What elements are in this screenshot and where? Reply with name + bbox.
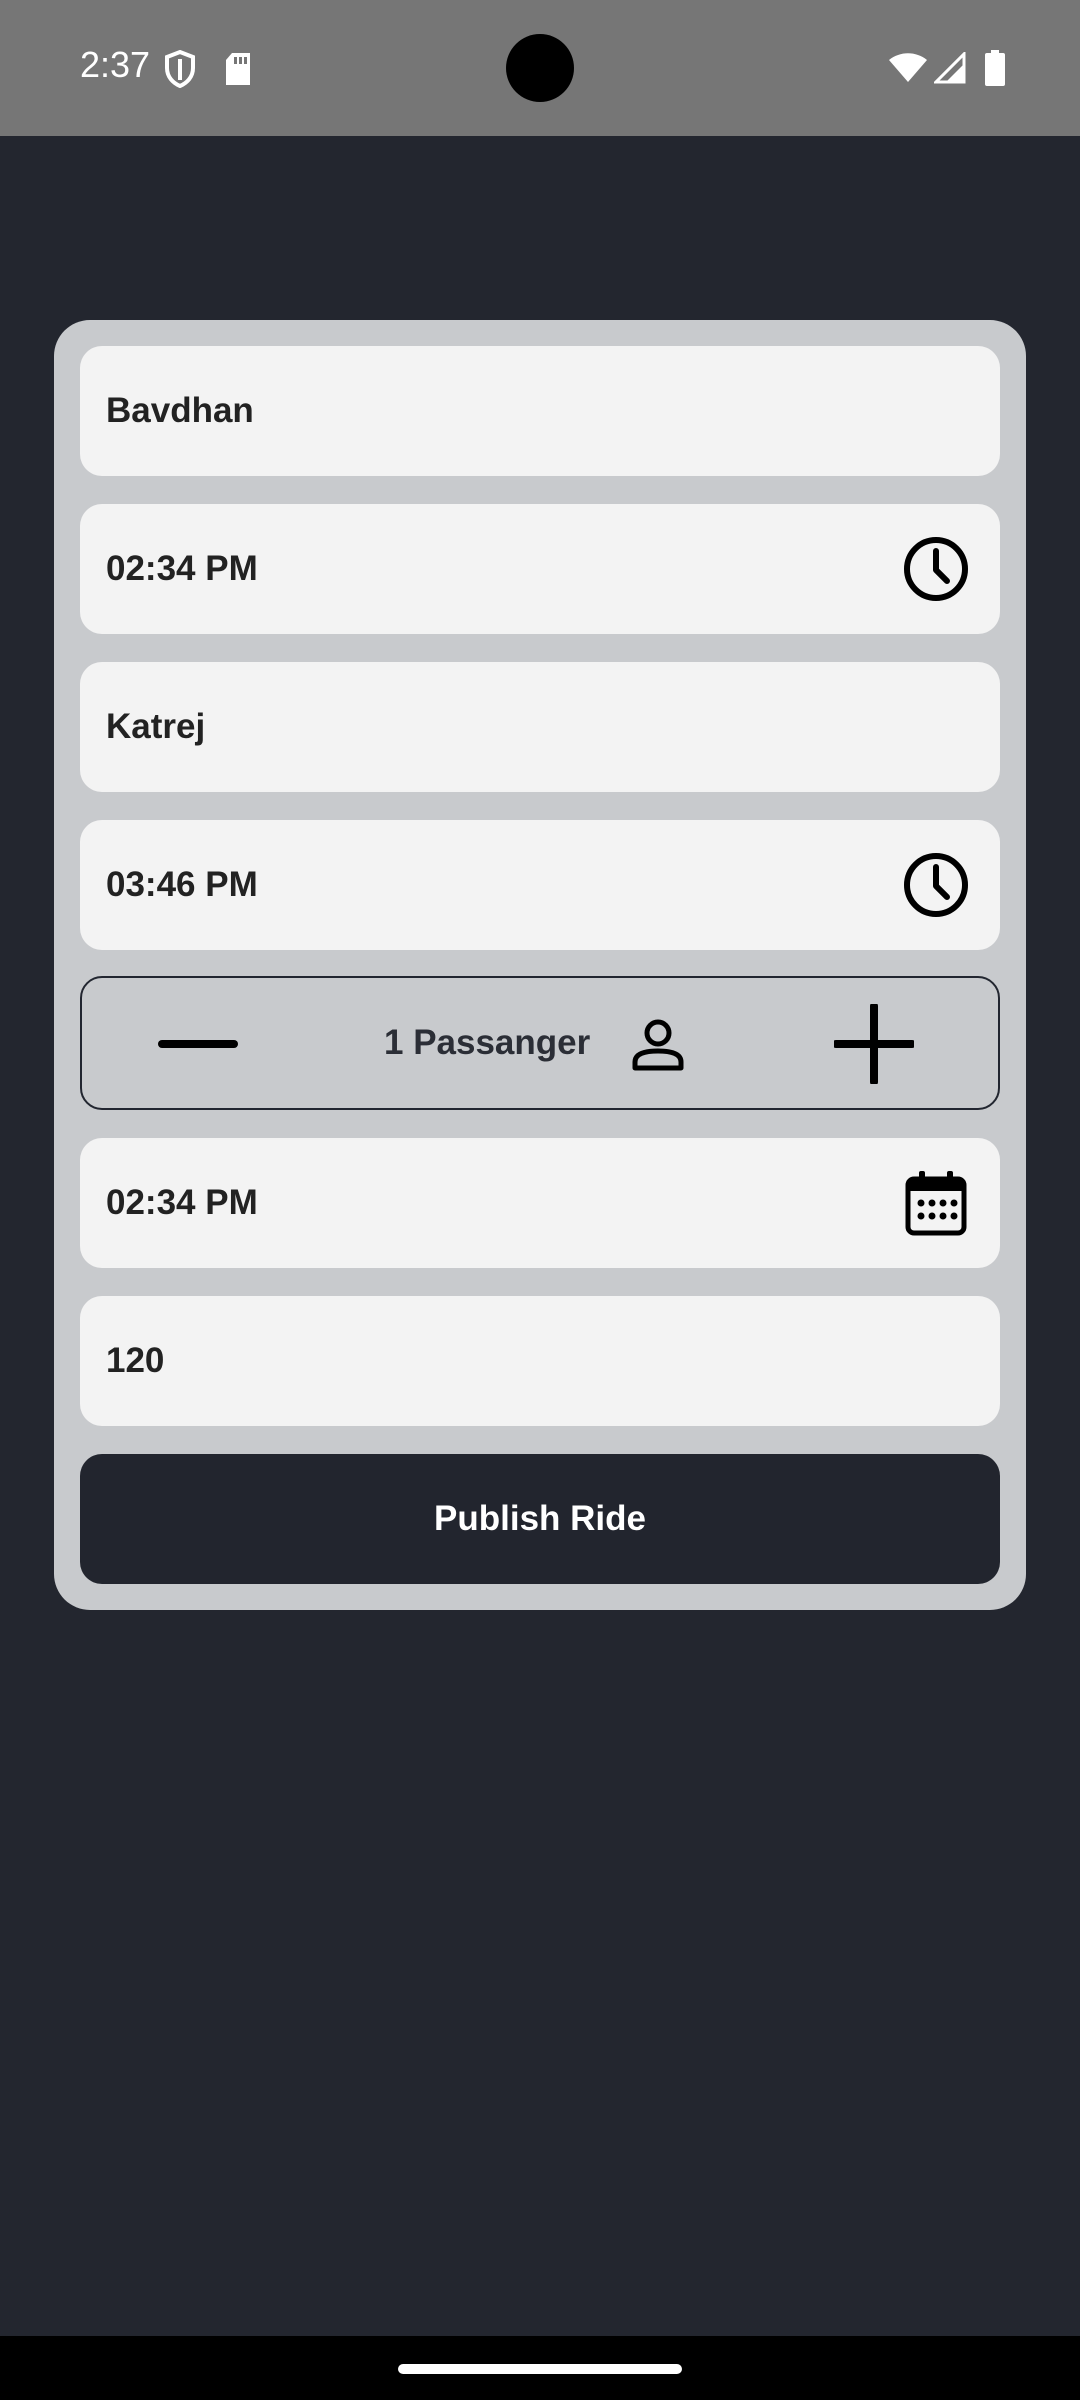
sd-card-icon [226, 53, 250, 85]
drop-location-value: Katrej [106, 707, 206, 746]
ride-date-value: 02:34 PM [106, 1183, 258, 1222]
plus-icon[interactable] [834, 1004, 914, 1084]
passenger-count-label: 1 Passanger [384, 1023, 591, 1062]
wifi-icon [889, 53, 927, 82]
battery-icon [985, 50, 1005, 86]
ride-date-field[interactable]: 02:34 PM [80, 1138, 1000, 1268]
clock-icon[interactable] [902, 535, 970, 603]
fare-field[interactable]: 120 [80, 1296, 1000, 1426]
person-icon [632, 1019, 684, 1071]
drop-time-value: 03:46 PM [106, 865, 258, 904]
drop-location-field[interactable]: Katrej [80, 662, 1000, 792]
camera-cutout [506, 34, 574, 102]
pickup-time-field[interactable]: 02:34 PM [80, 504, 1000, 634]
minus-icon[interactable] [158, 1004, 238, 1084]
fare-value: 120 [106, 1341, 165, 1380]
status-time: 2:37 [80, 44, 151, 85]
status-bar: 2:37 [0, 0, 1080, 136]
passenger-stepper: 1 Passanger [80, 976, 1000, 1110]
signal-icon [934, 52, 966, 84]
calendar-icon[interactable] [902, 1169, 970, 1237]
pickup-location-field[interactable]: Bavdhan [80, 346, 1000, 476]
navigation-bar [0, 2336, 1080, 2400]
drop-time-field[interactable]: 03:46 PM [80, 820, 1000, 950]
ride-form-card: Bavdhan 02:34 PM Katrej 03:46 PM 1 Passa… [54, 320, 1026, 1610]
home-gesture-handle[interactable] [398, 2364, 682, 2374]
pickup-location-value: Bavdhan [106, 391, 254, 430]
pickup-time-value: 02:34 PM [106, 549, 258, 588]
shield-icon [165, 50, 195, 88]
clock-icon[interactable] [902, 851, 970, 919]
publish-ride-button[interactable]: Publish Ride [80, 1454, 1000, 1584]
